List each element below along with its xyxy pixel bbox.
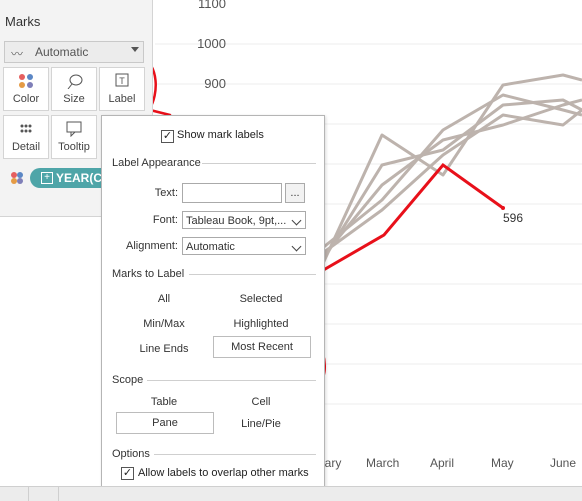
- divider: [202, 163, 316, 164]
- option-all[interactable]: All: [116, 293, 212, 305]
- detail-label: Detail: [11, 141, 41, 153]
- scope-pane[interactable]: Pane: [116, 412, 214, 434]
- y-tick: 900: [204, 76, 226, 91]
- allow-overlap-checkbox[interactable]: ✓: [121, 467, 134, 480]
- expand-plus-icon[interactable]: +: [41, 172, 53, 184]
- line-chart-icon: 〰: [11, 47, 24, 61]
- divider: [154, 454, 316, 455]
- detail-button[interactable]: Detail: [3, 115, 49, 159]
- option-selected[interactable]: Selected: [213, 293, 309, 305]
- chevron-down-icon: [291, 215, 302, 226]
- chevron-down-icon: [131, 47, 139, 52]
- label-T-icon: T: [115, 73, 129, 87]
- chevron-down-icon: [291, 241, 302, 252]
- allow-overlap-label: Allow labels to overlap other marks: [138, 467, 309, 479]
- text-field[interactable]: [182, 183, 282, 203]
- label-button[interactable]: T Label: [99, 67, 145, 111]
- data-source-tab[interactable]: [0, 487, 29, 501]
- section-label-appearance: Label Appearance: [112, 157, 201, 169]
- label-label: Label: [108, 93, 136, 105]
- sheet-tab-icon[interactable]: [30, 487, 59, 501]
- font-dropdown[interactable]: Tableau Book, 9pt,...: [182, 211, 306, 229]
- option-highlighted[interactable]: Highlighted: [213, 318, 309, 330]
- alignment-value: Automatic: [186, 241, 235, 253]
- divider: [189, 274, 316, 275]
- text-label: Text:: [154, 187, 178, 199]
- color-label: Color: [12, 93, 40, 105]
- tooltip-button[interactable]: Tooltip: [51, 115, 97, 159]
- label-popup: ✓ Show mark labels Label Appearance Text…: [101, 115, 325, 489]
- tooltip-label: Tooltip: [58, 141, 90, 153]
- section-scope: Scope: [112, 374, 144, 386]
- size-button[interactable]: Size: [51, 67, 97, 111]
- scope-line-pie[interactable]: Line/Pie: [213, 418, 309, 430]
- detail-dots-icon: [20, 124, 32, 133]
- divider: [147, 380, 316, 381]
- x-tick: June: [550, 456, 577, 470]
- y-tick: 1000: [197, 36, 226, 51]
- show-mark-labels-label: Show mark labels: [177, 129, 264, 141]
- mark-type-dropdown[interactable]: 〰 Automatic: [4, 41, 144, 63]
- scope-table[interactable]: Table: [116, 396, 212, 408]
- font-value: Tableau Book, 9pt,...: [186, 215, 287, 227]
- font-label: Font:: [152, 214, 178, 226]
- mark-type-label: Automatic: [35, 45, 89, 59]
- color-button[interactable]: Color: [3, 67, 49, 111]
- marks-title: Marks: [5, 14, 41, 29]
- size-lasso-icon: [67, 74, 83, 89]
- option-minmax[interactable]: Min/Max: [116, 318, 212, 330]
- size-label: Size: [63, 93, 85, 105]
- alignment-label: Alignment:: [126, 240, 178, 252]
- text-edit-button[interactable]: ...: [285, 183, 305, 203]
- x-tick: May: [491, 456, 514, 470]
- mark-value-label: 596: [503, 211, 524, 225]
- label-point: [501, 206, 505, 210]
- svg-text:T: T: [119, 76, 125, 86]
- color-dots-icon: [19, 74, 33, 88]
- alignment-dropdown[interactable]: Automatic: [182, 237, 306, 255]
- option-line-ends[interactable]: Line Ends: [116, 343, 212, 355]
- show-mark-labels-checkbox[interactable]: ✓: [161, 130, 174, 143]
- tooltip-bubble-icon: [66, 121, 82, 137]
- section-marks-to-label: Marks to Label: [112, 268, 185, 280]
- section-options: Options: [112, 448, 150, 460]
- year-pill-label: YEAR(C: [56, 171, 103, 185]
- x-tick: March: [366, 456, 400, 470]
- color-dots-icon: [11, 172, 23, 184]
- scope-cell[interactable]: Cell: [213, 396, 309, 408]
- x-tick: April: [430, 456, 455, 470]
- y-tick: 1100: [198, 0, 226, 11]
- bottom-tab-bar: [0, 486, 582, 501]
- option-most-recent[interactable]: Most Recent: [213, 336, 311, 358]
